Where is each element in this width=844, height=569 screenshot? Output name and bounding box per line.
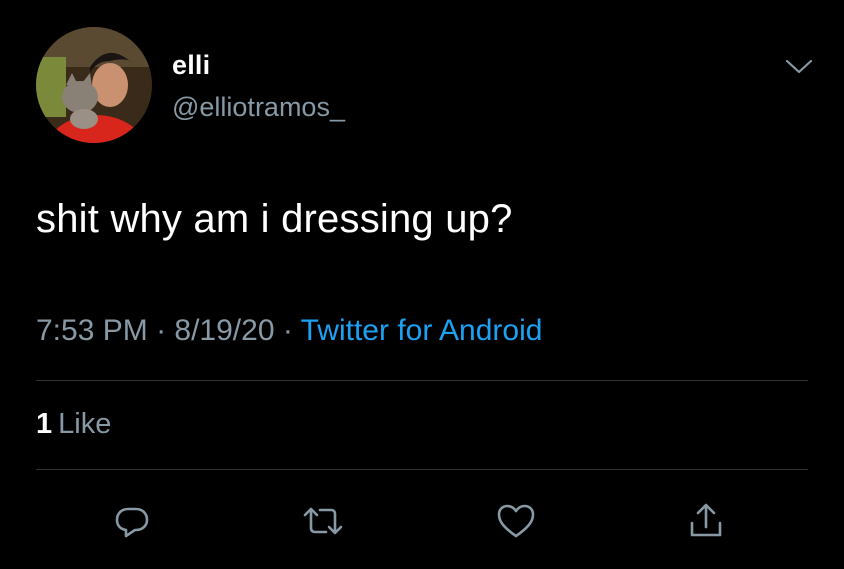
tweet-text: shit why am i dressing up? <box>36 197 513 241</box>
tweet-date[interactable]: 8/19/20 <box>174 314 274 347</box>
meta-separator: · <box>282 314 301 347</box>
retweet-button[interactable] <box>301 500 345 542</box>
avatar-photo <box>36 27 152 143</box>
tweet-meta: 7:53 PM · 8/19/20 · Twitter for Android <box>36 314 542 348</box>
display-name[interactable]: elli <box>172 50 210 81</box>
like-label: Like <box>58 408 112 440</box>
divider <box>36 380 808 381</box>
user-handle[interactable]: @elliotramos_ <box>172 92 345 123</box>
likes-stat[interactable]: 1 Like <box>36 408 111 441</box>
share-button[interactable] <box>684 500 728 542</box>
reply-button[interactable] <box>110 500 154 542</box>
tweet-source-link[interactable]: Twitter for Android <box>301 314 543 347</box>
tweet-time[interactable]: 7:53 PM <box>36 314 148 347</box>
divider <box>36 469 808 470</box>
chevron-down-icon[interactable] <box>784 56 814 78</box>
tweet-card: elli @elliotramos_ shit why am i dressin… <box>0 0 844 569</box>
like-button[interactable] <box>494 500 538 542</box>
avatar[interactable] <box>36 27 152 143</box>
retweet-icon <box>303 507 343 535</box>
share-icon <box>690 503 722 537</box>
heart-icon <box>497 504 535 538</box>
meta-separator: · <box>156 314 175 347</box>
like-count: 1 <box>36 408 53 440</box>
reply-icon <box>115 507 149 538</box>
